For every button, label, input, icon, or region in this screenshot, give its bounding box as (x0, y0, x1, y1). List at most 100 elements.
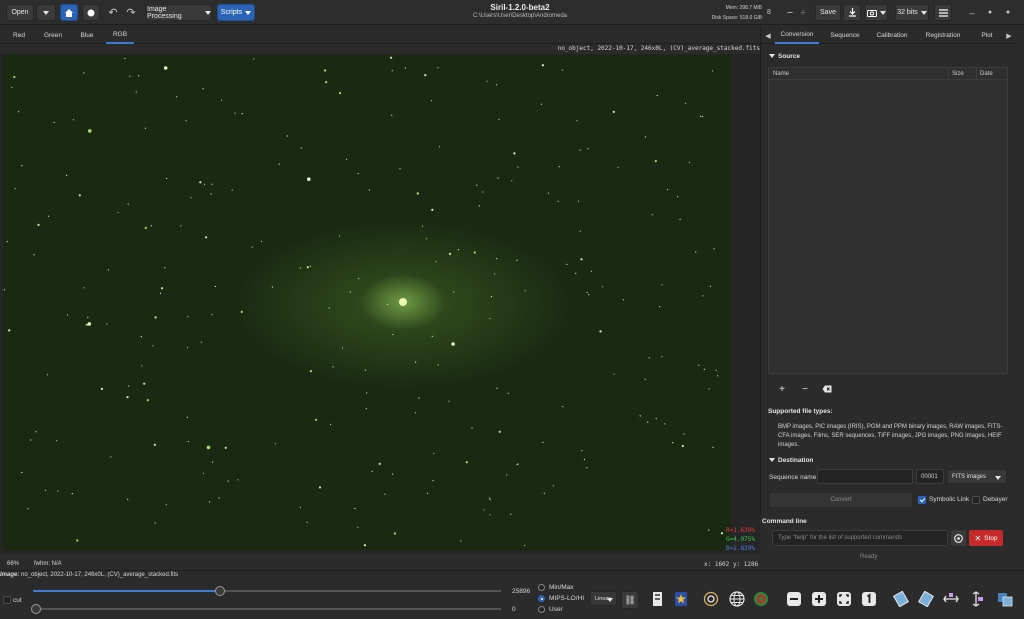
radio-minmax[interactable] (538, 584, 545, 591)
close-window-button[interactable]: ● (1002, 4, 1014, 21)
column-date[interactable]: Date (980, 71, 993, 77)
bit-depth-dropdown[interactable]: 32 bits (895, 4, 929, 21)
radio-mips[interactable] (538, 595, 545, 602)
star (204, 183, 206, 185)
column-size[interactable]: Size (952, 71, 964, 77)
home-button[interactable] (60, 4, 78, 21)
redo-button[interactable]: ↷ (124, 4, 138, 21)
tab-conversion[interactable]: Conversion (775, 26, 819, 44)
color-map-button[interactable] (672, 590, 690, 608)
zoom-out-button[interactable]: − (784, 4, 796, 21)
start-index-input[interactable]: 00001 (916, 469, 944, 484)
tab-calibration[interactable]: Calibration (871, 26, 913, 44)
stretch-mode-dropdown[interactable]: Linear (590, 591, 617, 606)
save-button[interactable]: Save (815, 4, 841, 21)
snapshot-button[interactable] (864, 4, 888, 21)
supported-types-title: Supported file types: (768, 408, 833, 415)
tab-sequence[interactable]: Sequence (825, 26, 865, 44)
destination-section-title[interactable]: Destination (769, 457, 813, 464)
star (667, 189, 669, 191)
column-name[interactable]: Name (773, 71, 789, 77)
star (478, 205, 480, 207)
star (339, 92, 342, 95)
threads-indicator: 8 (767, 9, 771, 16)
star (144, 127, 146, 129)
galaxy-core (399, 298, 407, 306)
tab-plot[interactable]: Plot (975, 26, 999, 44)
minimize-button[interactable]: – (966, 4, 978, 21)
photometry-button[interactable] (702, 590, 720, 608)
star (715, 369, 717, 371)
tab-red[interactable]: Red (6, 26, 32, 44)
negative-view-button[interactable] (648, 590, 666, 608)
star (100, 387, 103, 390)
star (622, 299, 625, 301)
maximize-button[interactable]: ● (984, 4, 996, 21)
mirror-x-icon (943, 593, 959, 603)
cut-checkbox[interactable] (3, 596, 11, 604)
star (66, 314, 69, 316)
star (399, 168, 401, 170)
clear-list-button[interactable] (820, 383, 834, 395)
recent-files-dropdown[interactable] (36, 4, 56, 21)
open-button[interactable]: Open (6, 4, 34, 21)
convert-button[interactable]: Convert (769, 492, 913, 508)
star (237, 479, 239, 481)
source-section-title[interactable]: Source (769, 53, 800, 60)
tabs-scroll-left[interactable]: ◀ (763, 27, 773, 44)
save-as-button[interactable] (843, 4, 861, 21)
crop-tool[interactable] (996, 590, 1014, 608)
remove-files-button[interactable]: − (798, 383, 812, 395)
stop-button[interactable]: ✕ Stop (969, 530, 1003, 546)
scripts-menu[interactable]: Scripts (217, 4, 255, 21)
command-input[interactable]: Type "help" for the list of supported co… (772, 530, 948, 546)
star (457, 249, 459, 251)
tabs-scroll-right[interactable]: ▶ (1004, 27, 1014, 44)
star (639, 415, 641, 417)
mirror-x-tool[interactable] (942, 590, 960, 608)
low-slider-track[interactable] (33, 608, 501, 610)
image-viewport[interactable]: R=1.639% G=4.975% B=2.839% (0, 54, 760, 554)
star (127, 498, 129, 501)
tab-green[interactable]: Green (38, 26, 68, 44)
radio-user[interactable] (538, 606, 545, 613)
star (716, 375, 719, 377)
main-menu-button[interactable] (934, 4, 952, 21)
zoom-fit-tool[interactable] (835, 590, 853, 608)
star (393, 532, 396, 535)
tab-blue[interactable]: Blue (74, 26, 100, 44)
zoom-in-tool[interactable] (810, 590, 828, 608)
psf-button[interactable] (752, 590, 770, 608)
star (664, 423, 666, 425)
star (110, 456, 112, 458)
debayer-checkbox[interactable] (972, 496, 980, 504)
tab-rgb[interactable]: RGB (106, 26, 134, 44)
zoom-in-button[interactable]: + (797, 4, 809, 21)
add-files-button[interactable]: + (775, 383, 789, 395)
star (415, 361, 417, 363)
rotate-left-tool[interactable] (892, 590, 910, 608)
annotate-button[interactable] (728, 590, 746, 608)
command-help-button[interactable] (951, 530, 966, 546)
undo-button[interactable]: ↶ (106, 4, 120, 21)
link-channels-button[interactable]: ⛓ (621, 591, 639, 609)
symbolic-link-checkbox[interactable] (918, 496, 926, 504)
minimize-icon: – (969, 7, 975, 18)
close-image-button[interactable] (82, 4, 100, 21)
tab-registration[interactable]: Registration (921, 26, 965, 44)
crop-icon (998, 593, 1013, 607)
sequence-name-input[interactable] (817, 469, 913, 484)
mirror-y-tool[interactable] (967, 590, 985, 608)
cut-label: cut (13, 597, 22, 604)
zoom-one-tool[interactable] (860, 590, 878, 608)
zoom-out-tool[interactable] (785, 590, 803, 608)
high-slider-fill (33, 590, 221, 592)
image-processing-menu[interactable]: Image Processing (146, 4, 212, 21)
star (473, 251, 476, 254)
star (150, 225, 152, 227)
output-format-dropdown[interactable]: FITS images (947, 469, 1007, 484)
source-file-list[interactable]: Name Size Date (768, 67, 1008, 374)
rotate-right-tool[interactable] (917, 590, 935, 608)
astro-image[interactable] (3, 55, 730, 550)
low-slider-knob[interactable] (31, 604, 41, 614)
